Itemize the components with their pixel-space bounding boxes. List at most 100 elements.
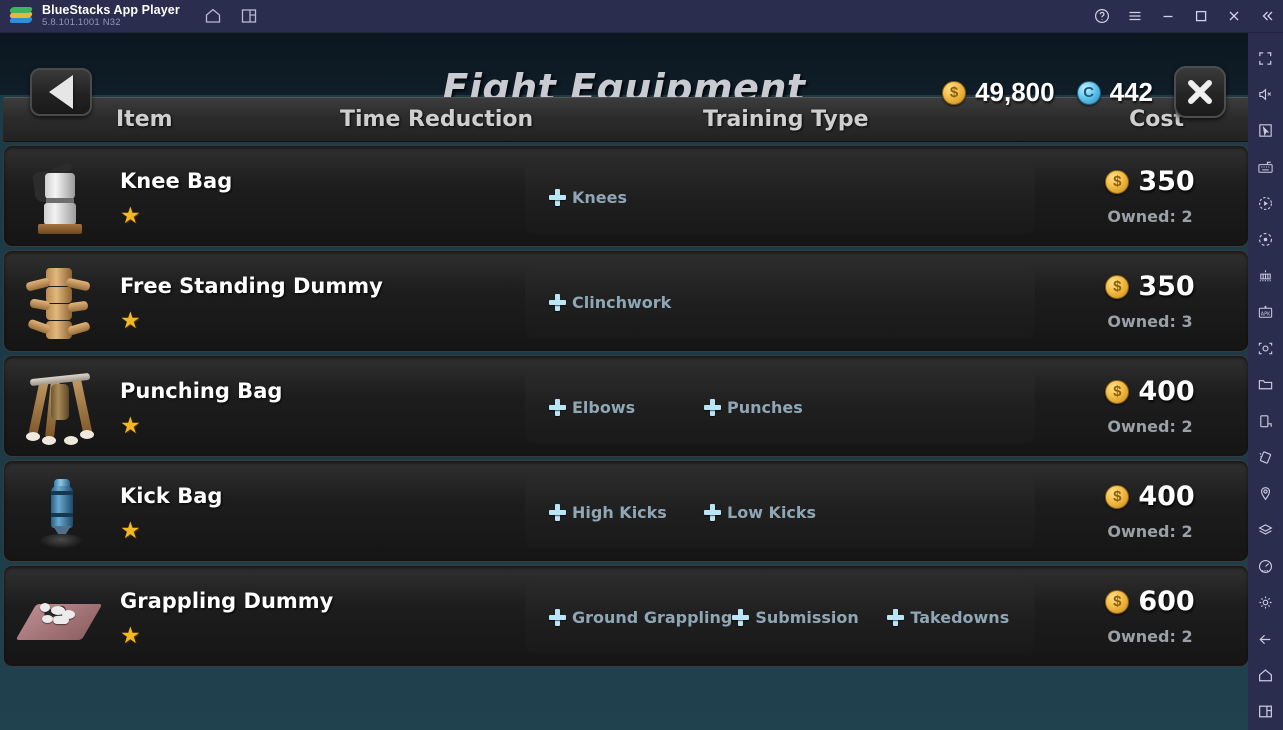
rarity-stars: ★ [120,204,232,227]
keyboard-controls-icon[interactable] [1248,149,1283,185]
plus-icon [887,608,905,626]
table-row[interactable]: Kick Bag ★ High Kicks Low Kicks $ 400 Ow… [3,460,1248,562]
star-icon: ★ [120,202,141,228]
training-tag-label: High Kicks [572,502,667,522]
shake-icon[interactable] [1248,439,1283,475]
cost-cell: $ 400 Owned: 2 [1070,356,1230,456]
knee-bag-icon [20,156,98,236]
grappling-dummy-icon [15,576,103,656]
owned-count: Owned: 3 [1107,312,1193,331]
star-icon: ★ [120,517,141,543]
collapse-icon[interactable] [1250,0,1283,33]
back-button[interactable] [30,68,92,116]
gold-coin-icon: $ [1105,379,1130,404]
fullscreen-icon[interactable] [1248,40,1283,76]
equipment-table: Item Time Reduction Training Type Cost K… [0,97,1248,667]
training-tag: Clinchwork [549,293,671,312]
plus-icon [732,608,750,626]
item-cell: Knee Bag ★ [4,146,524,246]
rotate-icon[interactable] [1248,403,1283,439]
app-name: BlueStacks App Player [42,2,180,17]
training-tag: Submission [732,608,887,627]
screen-root: BlueStacks App Player 5.8.101.1001 N32 A… [0,0,1283,730]
gold-coin-icon: $ [1105,484,1130,509]
training-tag: Ground Grappling [549,608,732,627]
rarity-stars: ★ [120,624,333,647]
gold-currency: $ 49,800 [942,77,1055,108]
install-apk-icon[interactable]: APK [1248,294,1283,330]
cost-value: 400 [1138,376,1195,407]
free-standing-dummy-icon [20,261,98,341]
gold-coin-icon: $ [1105,589,1130,614]
multi-instance-icon[interactable] [240,7,258,25]
menu-icon[interactable] [1118,0,1151,33]
titlebar-icon-group [204,7,258,25]
gold-coin-icon: $ [1105,169,1130,194]
recent-apps-icon[interactable] [1248,694,1283,730]
item-name: Knee Bag [120,169,233,193]
close-icon[interactable] [1217,0,1250,33]
training-tag-label: Low Kicks [727,502,817,522]
gold-amount: 49,800 [975,77,1055,107]
close-button[interactable] [1174,66,1226,118]
cost-cell: $ 600 Owned: 2 [1070,566,1230,666]
window-controls [1085,0,1283,33]
plus-icon [549,503,566,521]
item-meta: Kick Bag ★ [120,471,222,551]
item-name: Kick Bag [120,484,223,508]
game-viewport: Fight Equipment $ 49,800 C 442 Item Time… [0,33,1248,730]
cursor-icon[interactable] [1248,113,1283,149]
layers-icon[interactable] [1248,512,1283,548]
training-tag: Elbows [549,398,704,417]
gold-coin-icon: $ [1105,274,1130,299]
gold-coin-icon: $ [942,80,967,105]
bluestacks-titlebar: BlueStacks App Player 5.8.101.1001 N32 [0,0,1283,33]
table-row[interactable]: Knee Bag ★ Knees $ 350 Owned: 2 [3,145,1248,247]
help-icon[interactable] [1085,0,1118,33]
game-controls-icon[interactable] [1248,258,1283,294]
table-row[interactable]: Free Standing Dummy ★ Clinchwork $ 350 O… [3,250,1248,352]
screenshot-icon[interactable] [1248,331,1283,367]
owned-count: Owned: 2 [1107,207,1193,226]
settings-icon[interactable] [1248,585,1283,621]
cost-cell: $ 350 Owned: 3 [1070,251,1230,351]
owned-count: Owned: 2 [1107,522,1193,541]
home-icon[interactable] [1248,657,1283,693]
training-tag-label: Ground Grappling [572,607,733,627]
location-icon[interactable] [1248,476,1283,512]
training-type-panel: Knees [525,160,1035,234]
performance-icon[interactable] [1248,548,1283,584]
table-row[interactable]: Grappling Dummy ★ Ground Grappling Submi… [3,565,1248,667]
punching-bag-icon [20,366,98,446]
bluestacks-title-block: BlueStacks App Player 5.8.101.1001 N32 [42,2,180,28]
cost-line: $ 350 [1105,166,1195,197]
cost-line: $ 350 [1105,271,1195,302]
cost-line: $ 400 [1105,376,1195,407]
gem-currency: C 442 [1076,77,1153,108]
owned-count: Owned: 2 [1107,417,1193,436]
record-icon[interactable] [1248,222,1283,258]
mute-icon[interactable] [1248,76,1283,112]
cost-line: $ 600 [1105,586,1195,617]
training-tag-label: Submission [755,607,859,627]
star-icon: ★ [120,307,141,333]
training-type-panel: Clinchwork [525,265,1035,339]
close-x-icon [1188,80,1212,104]
kick-bag-icon [20,471,98,551]
home-icon[interactable] [204,7,222,25]
table-row[interactable]: Punching Bag ★ Elbows Punches $ 400 Owne… [3,355,1248,457]
rarity-stars: ★ [120,519,222,542]
bluestacks-logo-icon [8,5,34,27]
item-cell: Free Standing Dummy ★ [4,251,524,351]
training-type-panel: High Kicks Low Kicks [525,475,1035,549]
training-tag-label: Clinchwork [572,292,672,312]
blue-token-icon: C [1076,80,1101,105]
item-meta: Knee Bag ★ [120,156,232,236]
macro-play-icon[interactable] [1248,185,1283,221]
media-folder-icon[interactable] [1248,367,1283,403]
column-header-item: Item [116,107,173,132]
maximize-icon[interactable] [1184,0,1217,33]
item-name: Punching Bag [120,379,283,403]
back-icon[interactable] [1248,621,1283,657]
minimize-icon[interactable] [1151,0,1184,33]
